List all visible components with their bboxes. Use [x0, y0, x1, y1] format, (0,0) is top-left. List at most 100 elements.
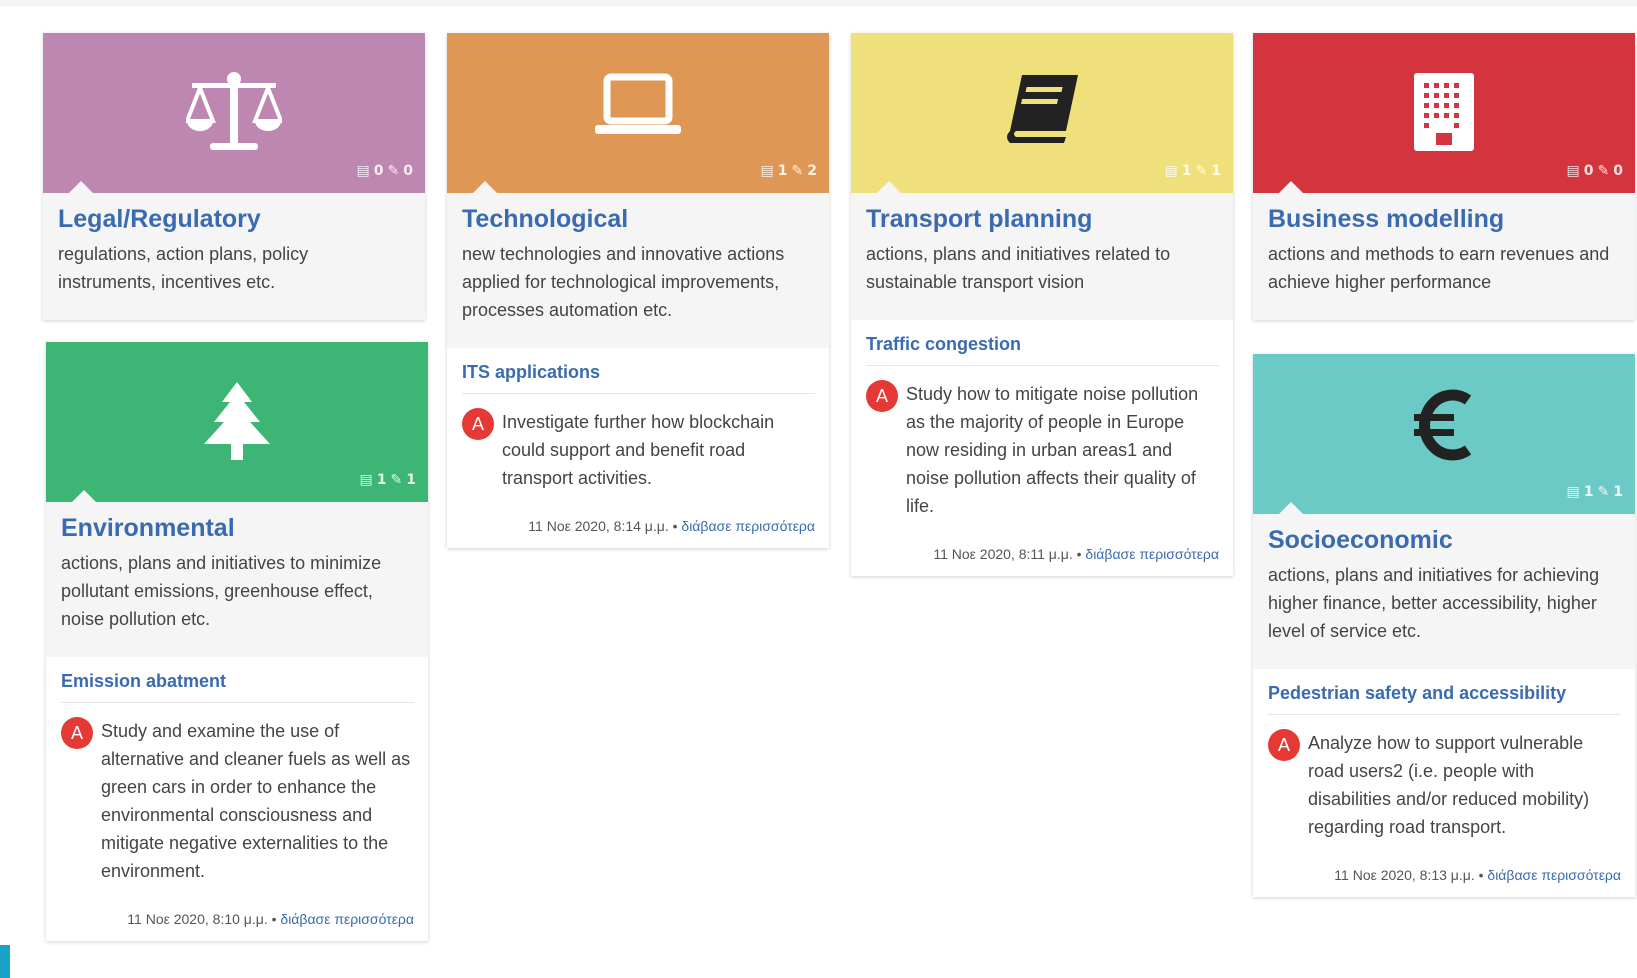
subcategory-link[interactable]: Emission abatment — [61, 671, 414, 703]
post-date: 11 Νοε 2020, 8:11 μ.μ. — [933, 546, 1073, 562]
pencil-icon: ✎ — [390, 472, 403, 488]
docs-icon: ▤ — [1566, 484, 1580, 500]
user-avatar[interactable]: A — [462, 408, 494, 440]
docs-icon: ▤ — [1164, 163, 1178, 179]
scales-icon — [184, 71, 284, 158]
card-stats: ▤ 1 ✎ 1 — [1567, 484, 1623, 500]
pencil-icon: ✎ — [791, 163, 804, 179]
docs-count: 1 — [1181, 163, 1192, 179]
category-header: ▤ 1 ✎ 1 — [46, 342, 428, 502]
category-body: Environmental actions, plans and initiat… — [46, 502, 428, 657]
category-title[interactable]: Transport planning — [866, 205, 1219, 234]
post-date: 11 Νοε 2020, 8:13 μ.μ. — [1334, 867, 1475, 883]
post-date: 11 Νοε 2020, 8:14 μ.μ. — [528, 518, 669, 534]
top-strip — [0, 0, 1637, 6]
edits-count: 0 — [1613, 163, 1623, 179]
category-body: Transport planning actions, plans and in… — [851, 193, 1233, 320]
docs-count: 1 — [1583, 484, 1594, 500]
edits-count: 1 — [406, 472, 416, 488]
card-stats: ▤ 1 ✎ 1 — [360, 472, 416, 488]
docs-count: 1 — [376, 472, 387, 488]
building-icon — [1412, 71, 1476, 158]
category-description: regulations, action plans, policy instru… — [58, 244, 309, 292]
docs-count: 0 — [373, 163, 384, 179]
header-notch — [1279, 502, 1303, 514]
docs-icon: ▤ — [1566, 163, 1580, 179]
read-more-link[interactable]: διάβασε περισσότερα — [1085, 546, 1219, 562]
category-description: actions and methods to earn revenues and… — [1268, 244, 1610, 292]
read-more-link[interactable]: διάβασε περισσότερα — [280, 911, 414, 927]
docs-count: 0 — [1583, 163, 1594, 179]
pencil-icon: ✎ — [1195, 163, 1208, 179]
docs-count: 1 — [777, 163, 788, 179]
category-body: Business modelling actions and methods t… — [1253, 193, 1635, 320]
card-stats: ▤ 1 ✎ 1 — [1165, 163, 1221, 179]
category-description: actions, plans and initiatives to minimi… — [61, 553, 382, 629]
header-notch — [72, 490, 96, 502]
pencil-icon: ✎ — [1597, 484, 1610, 500]
card-stats: ▤ 0 ✎ 0 — [1567, 163, 1623, 179]
user-avatar[interactable]: A — [61, 717, 93, 749]
subcategory-link[interactable]: Traffic congestion — [866, 334, 1219, 366]
post-text: Investigate further how blockchain could… — [502, 412, 775, 488]
card-stats: ▤ 1 ✎ 2 — [761, 163, 817, 179]
category-body: Legal/Regulatory regulations, action pla… — [43, 193, 425, 320]
header-notch — [69, 181, 93, 193]
category-body: Socioeconomic actions, plans and initiat… — [1253, 514, 1635, 669]
category-card-environmental[interactable]: ▤ 1 ✎ 1 Environmental actions, plans and i… — [46, 342, 428, 941]
category-header: ▤ 1 ✎ 1 — [851, 33, 1233, 193]
latest-post-section: ITS applications A Investigate further h… — [447, 348, 829, 548]
post-meta: 11 Νοε 2020, 8:13 μ.μ. • διάβασε περισσό… — [1334, 867, 1621, 883]
docs-icon: ▤ — [760, 163, 774, 179]
category-title[interactable]: Technological — [462, 205, 815, 234]
category-card-technological[interactable]: ▤ 1 ✎ 2 Technological new technologies and… — [447, 33, 829, 548]
category-card-socioeconomic[interactable]: ▤ 1 ✎ 1 Socioeconomic actions, plans and i… — [1253, 354, 1635, 897]
tree-icon — [202, 380, 272, 467]
category-card-transport[interactable]: ▤ 1 ✎ 1 Transport planning actions, plans … — [851, 33, 1233, 576]
category-body: Technological new technologies and innov… — [447, 193, 829, 348]
post-meta: 11 Νοε 2020, 8:11 μ.μ. • διάβασε περισσό… — [933, 546, 1219, 562]
post-meta: 11 Νοε 2020, 8:10 μ.μ. • διάβασε περισσό… — [127, 911, 414, 927]
user-avatar[interactable]: A — [1268, 729, 1300, 761]
subcategory-link[interactable]: Pedestrian safety and accessibility — [1268, 683, 1621, 715]
header-notch — [877, 181, 901, 193]
edits-count: 1 — [1613, 484, 1623, 500]
post-preview[interactable]: A Analyze how to support vulnerable road… — [1268, 729, 1621, 841]
header-notch — [473, 181, 497, 193]
post-preview[interactable]: A Study how to mitigate noise pollution … — [866, 380, 1219, 520]
category-description: actions, plans and initiatives related t… — [866, 244, 1171, 292]
category-header: ▤ 1 ✎ 2 — [447, 33, 829, 193]
category-card-business[interactable]: ▤ 0 ✎ 0 Business modelling actions and met… — [1253, 33, 1635, 320]
post-preview[interactable]: A Investigate further how blockchain cou… — [462, 408, 815, 492]
post-meta: 11 Νοε 2020, 8:14 μ.μ. • διάβασε περισσό… — [528, 518, 815, 534]
read-more-link[interactable]: διάβασε περισσότερα — [1487, 867, 1621, 883]
category-description: new technologies and innovative actions … — [462, 244, 785, 320]
pencil-icon: ✎ — [1597, 163, 1610, 179]
post-text: Study and examine the use of alternative… — [101, 721, 411, 881]
category-header: ▤ 1 ✎ 1 — [1253, 354, 1635, 514]
header-notch — [1279, 181, 1303, 193]
pencil-icon: ✎ — [387, 163, 400, 179]
docs-icon: ▤ — [356, 163, 370, 179]
latest-post-section: Emission abatment A Study and examine th… — [46, 657, 428, 941]
subcategory-link[interactable]: ITS applications — [462, 362, 815, 394]
post-text: Analyze how to support vulnerable road u… — [1308, 733, 1590, 837]
euro-icon — [1414, 388, 1474, 467]
post-preview[interactable]: A Study and examine the use of alternati… — [61, 717, 414, 885]
latest-post-section: Traffic congestion A Study how to mitiga… — [851, 320, 1233, 576]
edits-count: 0 — [403, 163, 413, 179]
category-card-legal[interactable]: ▤ 0 ✎ 0 Legal/Regulatory regulations, acti… — [43, 33, 425, 320]
edits-count: 1 — [1211, 163, 1221, 179]
post-text: Study how to mitigate noise pollution as… — [906, 384, 1199, 516]
read-more-link[interactable]: διάβασε περισσότερα — [681, 518, 815, 534]
user-avatar[interactable]: A — [866, 380, 898, 412]
category-header: ▤ 0 ✎ 0 — [1253, 33, 1635, 193]
category-title[interactable]: Business modelling — [1268, 205, 1621, 234]
edits-count: 2 — [807, 163, 817, 179]
category-description: actions, plans and initiatives for achie… — [1268, 565, 1600, 641]
category-title[interactable]: Socioeconomic — [1268, 526, 1621, 555]
post-date: 11 Νοε 2020, 8:10 μ.μ. — [127, 911, 268, 927]
category-title[interactable]: Legal/Regulatory — [58, 205, 411, 234]
category-title[interactable]: Environmental — [61, 514, 414, 543]
laptop-icon — [593, 71, 683, 146]
